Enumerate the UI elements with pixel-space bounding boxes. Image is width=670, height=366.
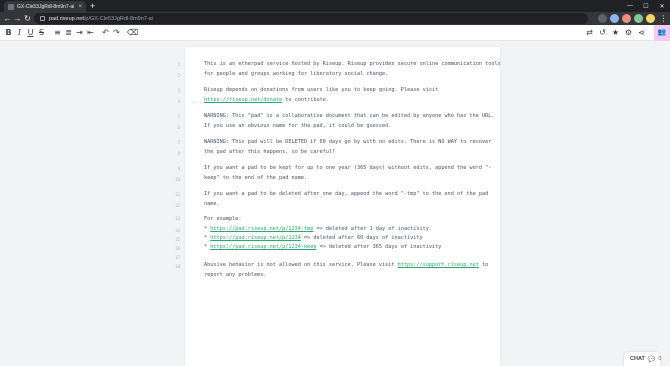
line-number: 11	[175, 192, 180, 197]
line-number: 13	[175, 216, 180, 221]
example-link-default[interactable]: https://pad.riseup.net/p/1234	[210, 235, 301, 241]
minimize-button[interactable]: —	[622, 0, 638, 12]
line-number: 14	[175, 228, 180, 233]
line-number: 1	[177, 62, 180, 67]
users-button[interactable]: 👥	[654, 25, 670, 41]
text-line: report any problems.	[204, 272, 267, 278]
support-link[interactable]: https://support.riseup.net	[398, 262, 479, 268]
extension-icon[interactable]	[598, 14, 607, 23]
line-number: 5	[177, 114, 180, 119]
line-number: 17	[175, 255, 180, 260]
example-link-keep[interactable]: https://pad.riseup.net/p/1234-keep	[210, 244, 316, 250]
text-line: for people and groups working for libera…	[204, 71, 389, 77]
text-line: Abusive behavior is not allowed on this …	[204, 262, 489, 268]
timeslider-history-icon[interactable]: ↺	[597, 27, 608, 38]
extension-icon[interactable]	[634, 14, 643, 23]
share-icon[interactable]: ⋖	[636, 27, 647, 38]
maximize-button[interactable]: ☐	[638, 0, 654, 12]
line-number: 12	[175, 203, 180, 208]
text-line: WARNING: This pad will be DELETED if 60 …	[204, 139, 492, 145]
chat-label: CHAT	[630, 356, 645, 362]
example-link-tmp[interactable]: https://pad.riseup.net/p/1234-tmp	[210, 226, 313, 232]
text-line: * https://pad.riseup.net/p/1234 => delet…	[204, 235, 423, 241]
text-line: For example:	[204, 216, 242, 222]
chat-bubble-icon: 💬	[647, 356, 656, 363]
line-number: 4	[177, 99, 180, 104]
line-number: 6	[177, 125, 180, 130]
chat-button[interactable]: CHAT 💬 0	[624, 352, 662, 366]
line-number: 10	[175, 177, 180, 182]
text-line: * https://pad.riseup.net/p/1234-keep => …	[204, 244, 442, 250]
donate-link[interactable]: https://riseup.net/donate	[204, 97, 282, 103]
settings-icon[interactable]: ⚙	[623, 27, 634, 38]
star-icon[interactable]: ★	[610, 27, 621, 38]
profile-avatar[interactable]	[646, 14, 655, 23]
text-line: Riseup depends on donations from users l…	[204, 87, 439, 93]
text-line: If you want a pad to be deleted after on…	[204, 191, 489, 197]
text-line: WARNING: This "pad" is a collaborative d…	[204, 113, 495, 119]
pad-document[interactable]	[185, 47, 500, 366]
close-window-button[interactable]: ✕	[654, 0, 670, 12]
line-number: 7	[177, 140, 180, 145]
text-line: name.	[204, 201, 220, 207]
line-number: 8	[177, 151, 180, 156]
line-number: 9	[177, 166, 180, 171]
text-line: If you want a pad to be kept for up to o…	[204, 165, 492, 171]
line-number: 18	[175, 264, 180, 269]
text-line: If you use an obvious name for the pad, …	[204, 123, 392, 129]
text-line: * https://pad.riseup.net/p/1234-tmp => d…	[204, 226, 429, 232]
import-export-icon[interactable]: ⇄	[584, 27, 595, 38]
text-line: keep" to the end of the pad name.	[204, 175, 308, 181]
extension-icon[interactable]	[622, 14, 631, 23]
line-number-gutter: 1 2 3 4 5 6 7 8 9 10 11 12 13 14 15 16 1…	[0, 0, 190, 319]
text-line: https://riseup.net/donate to contribute.	[204, 97, 329, 103]
line-number: 2	[177, 73, 180, 78]
text-line: the pad after this happens, so be carefu…	[204, 149, 336, 155]
browser-menu-icon[interactable]: ⋮	[658, 13, 669, 24]
line-number: 15	[175, 237, 180, 242]
line-number: 3	[177, 88, 180, 93]
line-number: 16	[175, 246, 180, 251]
text-line: This is an etherpad service hosted by Ri…	[204, 61, 501, 67]
extension-icon[interactable]	[610, 14, 619, 23]
users-icon: 👥	[657, 29, 667, 36]
chat-count: 0	[658, 356, 662, 362]
